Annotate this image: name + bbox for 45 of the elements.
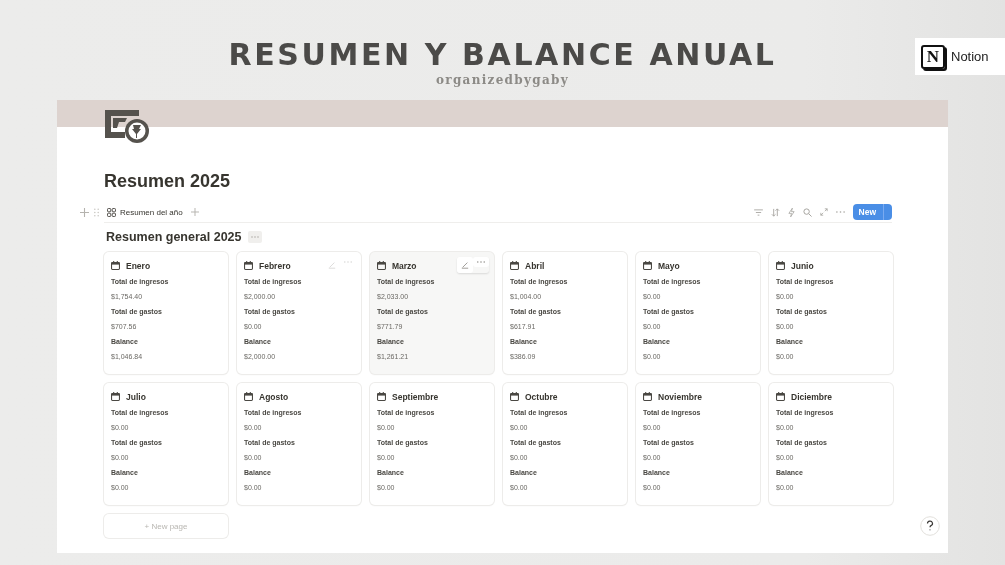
calendar-icon [244, 392, 253, 401]
expand-icon[interactable] [819, 208, 828, 216]
calendar-icon [244, 261, 253, 270]
add-icon[interactable] [80, 207, 89, 217]
page-title: Resumen 2025 [104, 170, 232, 192]
month-name: Mayo [658, 260, 680, 271]
calendar-icon [111, 261, 120, 270]
lightning-icon[interactable] [787, 207, 795, 217]
help-icon[interactable] [920, 516, 940, 536]
grid-icon [107, 207, 116, 217]
view-tab[interactable]: Resumen del año [104, 205, 186, 219]
calendar-icon [510, 261, 519, 270]
add-view-icon[interactable] [190, 208, 199, 216]
more-icon[interactable] [473, 257, 489, 267]
month-name: Diciembre [791, 391, 833, 402]
month-name: Julio [126, 391, 146, 402]
logo-icon: N [921, 44, 945, 69]
calendar-icon [643, 392, 652, 401]
month-name: Septiembre [392, 391, 439, 402]
month-name: Febrero [259, 260, 291, 271]
month-name: Octubre [525, 391, 558, 402]
calendar-icon [776, 392, 785, 401]
sort-icon[interactable] [770, 207, 780, 217]
month-name: Agosto [259, 391, 289, 402]
subtitle: organizedbygaby [436, 73, 569, 87]
month-name: Noviembre [658, 391, 702, 402]
drag-handle-icon[interactable] [94, 207, 99, 217]
calendar-icon [377, 392, 386, 401]
calendar-icon [643, 261, 652, 270]
main-title: RESUMEN Y BALANCE ANUAL [228, 37, 777, 73]
month-name: Enero [126, 260, 151, 271]
calendar-icon [510, 392, 519, 401]
money-icon [105, 110, 151, 144]
calendar-icon [111, 392, 120, 401]
filter-icon[interactable] [753, 208, 763, 216]
badge-label: Notion [951, 49, 989, 64]
calendar-icon [776, 261, 785, 270]
section-title: Resumen general 2025 [106, 230, 242, 244]
month-name: Abril [525, 260, 545, 271]
search-icon[interactable] [802, 207, 812, 217]
month-name: Marzo [392, 260, 417, 271]
calendar-icon [377, 261, 386, 270]
more-icon[interactable] [247, 231, 262, 243]
month-name: Junio [791, 260, 814, 271]
edit-icon[interactable] [457, 257, 473, 273]
